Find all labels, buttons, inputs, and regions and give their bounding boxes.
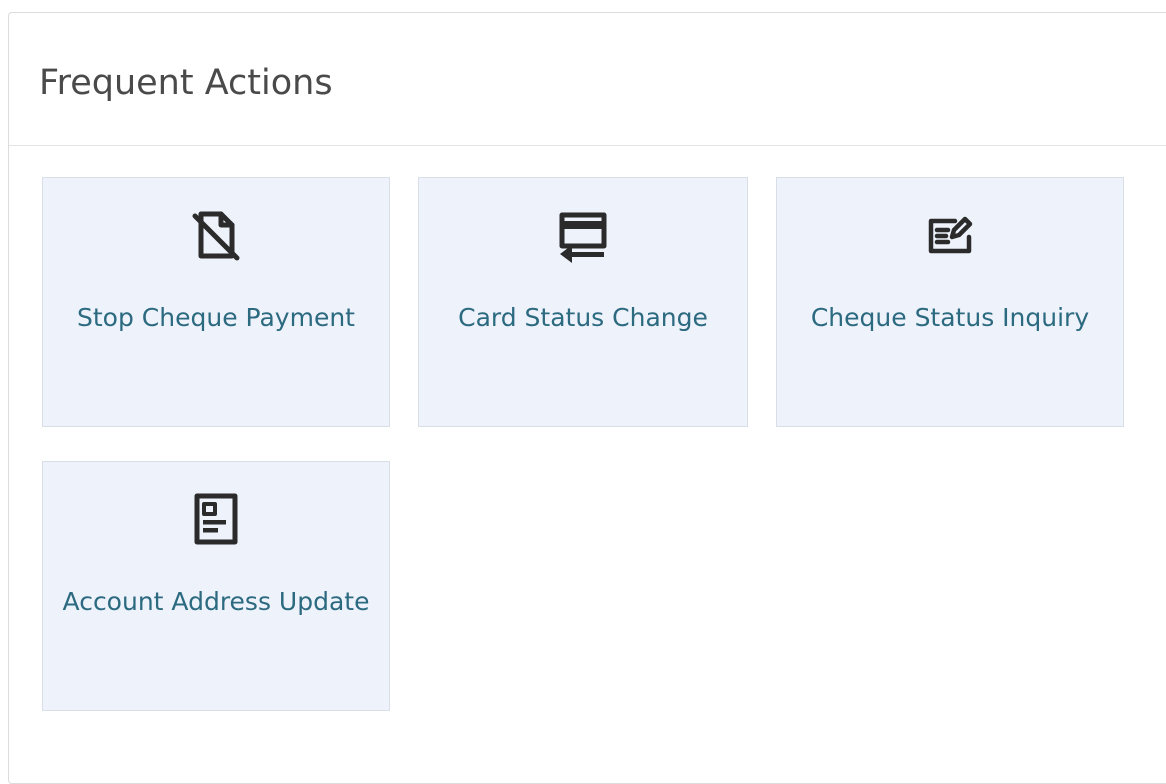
action-tile-cheque-status-inquiry[interactable]: Cheque Status Inquiry (776, 177, 1124, 427)
panel-title: Frequent Actions (39, 63, 333, 103)
panel-header: Frequent Actions (9, 13, 1166, 146)
card-swap-icon (552, 204, 614, 266)
action-label: Card Status Change (458, 303, 708, 332)
action-tile-stop-cheque-payment[interactable]: Stop Cheque Payment (42, 177, 390, 427)
edit-document-icon (919, 204, 981, 266)
action-label: Account Address Update (62, 587, 370, 616)
action-tile-card-status-change[interactable]: Card Status Change (418, 177, 748, 427)
address-card-icon (185, 488, 247, 550)
action-label: Cheque Status Inquiry (810, 303, 1090, 332)
action-label: Stop Cheque Payment (77, 303, 355, 332)
stop-cheque-icon (185, 204, 247, 266)
action-tile-account-address-update[interactable]: Account Address Update (42, 461, 390, 711)
